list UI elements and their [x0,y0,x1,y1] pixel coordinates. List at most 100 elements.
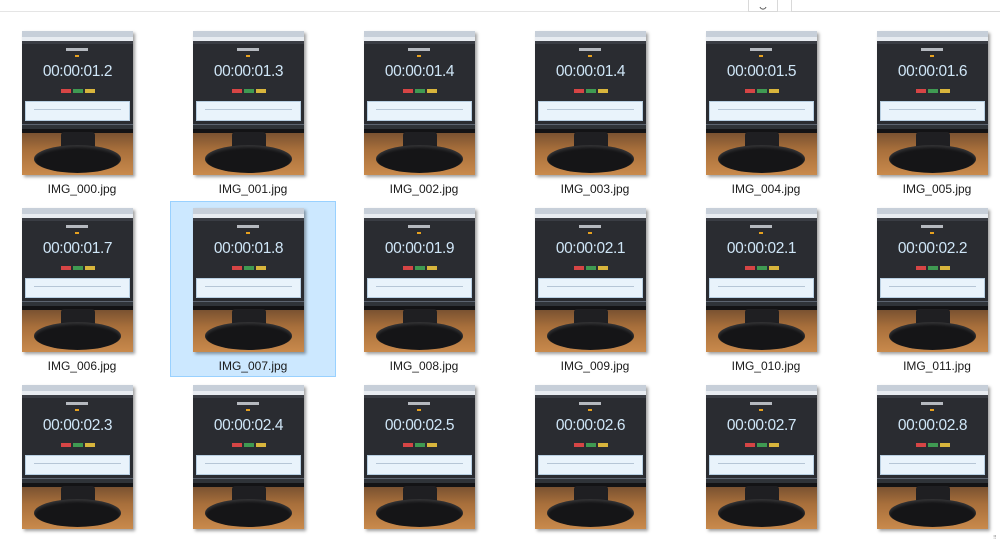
file-item[interactable]: 00:00:02.1 IMG_010.jpg [683,201,849,377]
content-panel [25,278,130,298]
app-indicator [75,232,79,234]
start-button-swatch [757,89,767,93]
file-item[interactable]: 00:00:01.9 IMG_008.jpg [341,201,507,377]
reset-button-swatch [940,89,950,93]
reset-button-swatch [940,443,950,447]
app-header [22,41,133,44]
start-button-swatch [244,443,254,447]
reset-button-swatch [940,266,950,270]
monitor-base [547,322,634,350]
app-indicator [759,409,763,411]
file-name-label: IMG_006.jpg [47,359,117,373]
app-indicator [75,55,79,57]
content-panel [538,455,643,475]
app-indicator [759,232,763,234]
file-item[interactable]: 00:00:01.7 IMG_006.jpg [0,201,165,377]
start-button-swatch [586,89,596,93]
app-indicator [588,232,592,234]
file-item[interactable]: 00:00:01.6 IMG_005.jpg [854,24,1000,200]
monitor-screen: 00:00:02.5 [364,385,475,486]
file-name-label: IMG_001.jpg [218,182,288,196]
refresh-button[interactable] [748,0,778,12]
monitor-base [547,145,634,173]
monitor-base [205,499,292,527]
app-header [706,395,817,398]
reset-button-swatch [598,89,608,93]
monitor-base [205,145,292,173]
file-item[interactable]: 00:00:01.2 IMG_000.jpg [0,24,165,200]
app-title [237,48,259,51]
stop-button-swatch [745,443,755,447]
content-panel [25,101,130,121]
refresh-icon [759,6,767,10]
file-item[interactable]: 00:00:02.3 [0,378,165,543]
start-button-swatch [586,443,596,447]
file-item[interactable]: 00:00:02.1 IMG_009.jpg [512,201,678,377]
stopwatch-buttons [745,89,779,93]
stop-button-swatch [403,443,413,447]
stopwatch-buttons [574,266,608,270]
stopwatch-buttons [61,266,95,270]
app-header [877,41,988,44]
stopwatch-buttons [745,443,779,447]
start-button-swatch [415,89,425,93]
start-button-swatch [415,266,425,270]
image-thumbnail: 00:00:02.4 [193,385,304,529]
start-button-swatch [73,266,83,270]
app-header [877,218,988,221]
search-field[interactable] [791,0,1000,12]
file-name-label: IMG_007.jpg [218,359,288,373]
stopwatch-readout: 00:00:02.5 [384,417,455,434]
start-button-swatch [757,443,767,447]
file-item[interactable]: 00:00:01.4 IMG_002.jpg [341,24,507,200]
file-item[interactable]: 00:00:02.2 IMG_011.jpg [854,201,1000,377]
app-title [66,225,88,228]
reset-button-swatch [256,266,266,270]
stop-button-swatch [403,266,413,270]
monitor-base [376,499,463,527]
file-item[interactable]: 00:00:02.7 [683,378,849,543]
reset-button-swatch [598,443,608,447]
monitor-screen: 00:00:02.3 [22,385,133,486]
stopwatch-readout: 00:00:01.7 [42,240,113,257]
image-thumbnail: 00:00:02.3 [22,385,133,529]
app-header [535,218,646,221]
monitor-base [718,322,805,350]
stopwatch-buttons [232,266,266,270]
file-item[interactable]: 00:00:01.4 IMG_003.jpg [512,24,678,200]
content-panel [196,278,301,298]
image-thumbnail: 00:00:01.3 [193,31,304,175]
file-item[interactable]: 00:00:02.6 [512,378,678,543]
app-indicator [930,232,934,234]
app-indicator [417,409,421,411]
monitor-screen: 00:00:01.4 [535,31,646,132]
app-title [237,225,259,228]
file-item[interactable]: 00:00:02.4 [170,378,336,543]
stopwatch-buttons [916,443,950,447]
monitor-base [718,499,805,527]
stopwatch-readout: 00:00:01.8 [213,240,284,257]
content-panel [196,455,301,475]
stop-button-swatch [61,266,71,270]
stopwatch-buttons [403,266,437,270]
file-item[interactable]: 00:00:02.8 [854,378,1000,543]
stopwatch-buttons [916,266,950,270]
monitor-base [889,145,976,173]
reset-button-swatch [769,443,779,447]
app-title [408,48,430,51]
monitor-screen: 00:00:01.2 [22,31,133,132]
image-thumbnail: 00:00:02.8 [877,385,988,529]
stop-button-swatch [574,266,584,270]
file-item[interactable]: 00:00:01.8 IMG_007.jpg [170,201,336,377]
resize-grip-icon[interactable]: ⠿ [993,536,998,541]
app-indicator [417,232,421,234]
app-indicator [417,55,421,57]
app-title [750,225,772,228]
file-item[interactable]: 00:00:01.3 IMG_001.jpg [170,24,336,200]
monitor-base [34,499,121,527]
file-item[interactable]: 00:00:01.5 IMG_004.jpg [683,24,849,200]
app-header [364,218,475,221]
file-item[interactable]: 00:00:02.5 [341,378,507,543]
app-title [921,48,943,51]
app-title [921,225,943,228]
